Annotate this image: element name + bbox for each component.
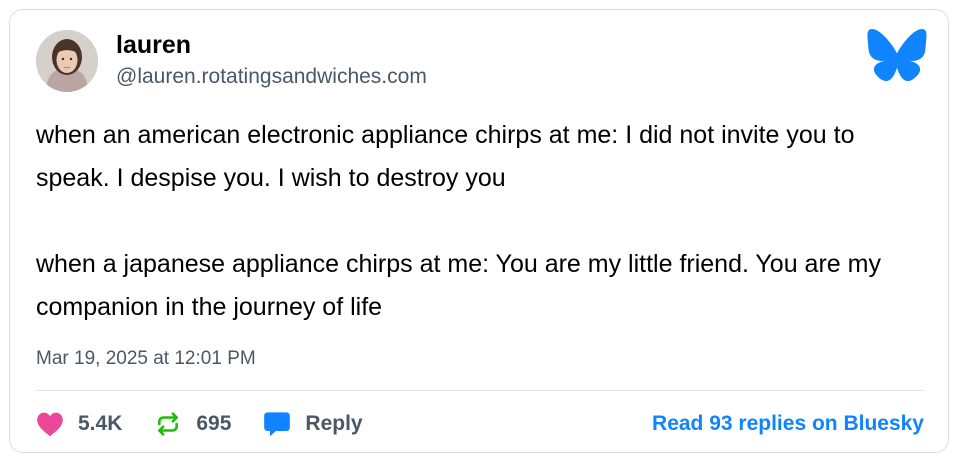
like-button[interactable]: 5.4K <box>36 411 122 437</box>
repost-icon <box>158 412 179 436</box>
heart-icon <box>37 412 63 437</box>
read-replies-link[interactable]: Read 93 replies on Bluesky <box>652 412 924 436</box>
post-timestamp[interactable]: Mar 19, 2025 at 12:01 PM <box>36 347 256 371</box>
avatar[interactable] <box>36 30 98 92</box>
author-handle[interactable]: @lauren.rotatingsandwiches.com <box>116 64 427 90</box>
reply-button[interactable]: Reply <box>263 410 363 438</box>
like-count: 5.4K <box>78 412 123 435</box>
post-card: lauren @lauren.rotatingsandwiches.com wh… <box>9 9 949 453</box>
reply-label: Reply <box>305 412 363 435</box>
divider <box>36 390 924 391</box>
action-bar: 5.4K 695 Reply Read 93 replies on Bluesk… <box>36 406 924 442</box>
repost-count: 695 <box>196 412 232 435</box>
author-display-name[interactable]: lauren <box>116 30 191 60</box>
bluesky-butterfly-icon[interactable] <box>866 28 928 82</box>
repost-button[interactable]: 695 <box>154 411 231 437</box>
post-paragraph: when an american electronic appliance ch… <box>36 121 855 192</box>
post-paragraph: when a japanese appliance chirps at me: … <box>36 250 881 321</box>
speech-bubble-icon <box>264 412 291 437</box>
post-body: when an american electronic appliance ch… <box>36 114 916 329</box>
